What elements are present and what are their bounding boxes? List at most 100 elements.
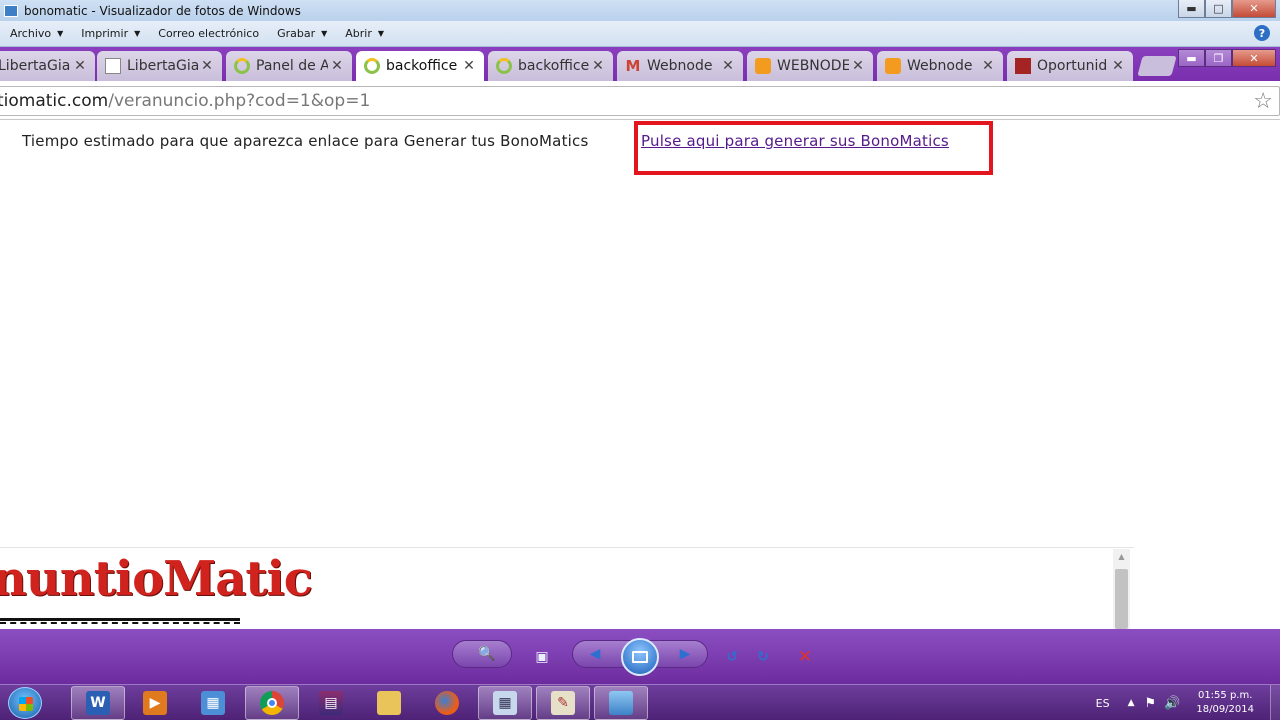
- rotate-right-icon[interactable]: ↻: [751, 646, 775, 668]
- firefox-icon: [435, 691, 459, 715]
- close-icon[interactable]: ✕: [849, 58, 867, 74]
- clock[interactable]: 01:55 p.m. 18/09/2014: [1196, 689, 1254, 717]
- winrar-icon: ▤: [319, 691, 343, 715]
- menu-correo-label: Correo electrónico: [158, 27, 260, 40]
- show-hidden-icons-icon[interactable]: ▲: [1128, 698, 1135, 708]
- photo-viewer-app-icon: [4, 4, 18, 17]
- owl-icon: [755, 58, 771, 74]
- browser-close-button[interactable]: ✕: [1232, 49, 1276, 67]
- menu-imprimir[interactable]: Imprimir ▼: [81, 27, 140, 40]
- highlight-annotation-box: [634, 121, 993, 175]
- taskbar-explorer[interactable]: [362, 686, 416, 720]
- action-center-flag-icon[interactable]: ⚑: [1145, 696, 1157, 711]
- browser-restore-button[interactable]: ❐: [1205, 49, 1232, 67]
- owl-icon: [885, 58, 901, 74]
- gmail-icon: M: [625, 57, 641, 75]
- minimize-button[interactable]: ▬: [1178, 0, 1205, 18]
- close-icon[interactable]: ✕: [979, 58, 997, 74]
- browser-window-controls: ▬ ❐ ✕: [1178, 49, 1276, 67]
- photo-viewer-menubar: Archivo ▼ Imprimir ▼ Correo electrónico Gr…: [0, 21, 1280, 47]
- anuntiomatic-logo: nuntioMatic: [0, 551, 313, 607]
- clock-time: 01:55 p.m.: [1197, 690, 1253, 701]
- paint-icon: ✎: [551, 691, 575, 715]
- tab-webnode[interactable]: Webnode ✕: [877, 51, 1003, 81]
- embedded-frame: nuntioMatic: [0, 547, 1134, 629]
- tab-panel-de-a[interactable]: Panel de A ✕: [226, 51, 352, 81]
- menu-archivo-label: Archivo: [10, 27, 52, 40]
- start-button[interactable]: [8, 687, 42, 719]
- tab-webnode-upper[interactable]: WEBNODE ✕: [747, 51, 873, 81]
- estimate-text: Tiempo estimado para que aparezca enlace…: [22, 132, 589, 150]
- tab-backoffice-2[interactable]: backoffice ✕: [488, 51, 613, 81]
- close-icon[interactable]: ✕: [1109, 58, 1127, 74]
- previous-icon[interactable]: ◀: [583, 643, 607, 665]
- tab-label: WEBNODE: [777, 58, 849, 74]
- menu-archivo[interactable]: Archivo ▼: [10, 27, 63, 40]
- actual-size-icon[interactable]: ▣: [530, 646, 554, 668]
- taskbar-paint[interactable]: ✎: [536, 686, 590, 720]
- close-icon[interactable]: ✕: [460, 58, 478, 74]
- folder-icon: [377, 691, 401, 715]
- chevron-down-icon: ▼: [57, 29, 64, 38]
- close-button[interactable]: ✕: [1232, 0, 1276, 18]
- window-title: bonomatic - Visualizador de fotos de Win…: [24, 3, 301, 18]
- chevron-down-icon: ▼: [321, 29, 328, 38]
- tab-libertagia-1[interactable]: LibertaGia ✕: [0, 51, 95, 81]
- taskbar-word[interactable]: W: [71, 686, 125, 720]
- ring-icon: [496, 58, 512, 74]
- media-player-icon: ▶: [143, 691, 167, 715]
- url-host: tiomatic.com: [0, 91, 109, 111]
- slideshow-button[interactable]: [621, 638, 659, 676]
- close-icon[interactable]: ✕: [71, 58, 89, 74]
- close-icon[interactable]: ✕: [198, 58, 216, 74]
- volume-icon[interactable]: 🔊: [1164, 696, 1180, 711]
- show-desktop-button[interactable]: [1270, 685, 1280, 721]
- word-icon: W: [86, 691, 110, 715]
- windows-logo-icon: [19, 697, 33, 711]
- book-icon: [1015, 58, 1031, 74]
- page-content: Tiempo estimado para que aparezca enlace…: [0, 121, 1280, 629]
- taskbar-photo-viewer[interactable]: [594, 686, 648, 720]
- browser-minimize-button[interactable]: ▬: [1178, 49, 1205, 67]
- photo-viewer-titlebar: bonomatic - Visualizador de fotos de Win…: [0, 0, 1280, 21]
- taskbar-network[interactable]: ▦: [186, 686, 240, 720]
- menu-abrir[interactable]: Abrir ▼: [345, 27, 384, 40]
- tab-label: Oportunid: [1037, 58, 1108, 74]
- taskbar-media-player[interactable]: ▶: [128, 686, 182, 720]
- tab-webnode-gmail[interactable]: M Webnode ✕: [617, 51, 743, 81]
- window-controls: ▬ □ ✕: [1178, 0, 1276, 18]
- delete-icon[interactable]: ✕: [793, 646, 817, 668]
- tab-backoffice-active[interactable]: backoffice ✕: [356, 51, 484, 81]
- taskbar-firefox[interactable]: [420, 686, 474, 720]
- clock-date: 18/09/2014: [1196, 704, 1254, 715]
- maximize-button[interactable]: □: [1205, 0, 1232, 18]
- address-bar[interactable]: tiomatic.com/veranuncio.php?cod=1&op=1 ☆: [0, 86, 1280, 116]
- chevron-down-icon: ▼: [134, 29, 141, 38]
- frame-scrollbar[interactable]: ▲: [1113, 549, 1130, 629]
- menu-correo[interactable]: Correo electrónico: [158, 27, 259, 40]
- taskbar-winrar[interactable]: ▤: [304, 686, 358, 720]
- tab-oportunid[interactable]: Oportunid ✕: [1007, 51, 1133, 81]
- chrome-icon: [260, 691, 284, 715]
- menu-grabar-label: Grabar: [277, 27, 316, 40]
- close-icon[interactable]: ✕: [719, 58, 737, 74]
- rotate-left-icon[interactable]: ↺: [720, 646, 744, 668]
- chevron-down-icon: ▼: [377, 29, 385, 38]
- scrollbar-thumb[interactable]: [1115, 569, 1128, 629]
- bookmark-star-icon[interactable]: ☆: [1253, 89, 1273, 114]
- close-icon[interactable]: ✕: [589, 58, 607, 74]
- zoom-icon[interactable]: 🔍: [475, 643, 499, 665]
- url-path: /veranuncio.php?cod=1&op=1: [108, 91, 371, 111]
- tab-label: backoffice: [518, 58, 589, 74]
- tab-libertagia-2[interactable]: LibertaGia ✕: [97, 51, 222, 81]
- language-indicator[interactable]: ES: [1096, 697, 1110, 710]
- calculator-icon: ▦: [493, 691, 517, 715]
- new-tab-button[interactable]: [1137, 56, 1177, 76]
- help-icon[interactable]: ?: [1254, 25, 1270, 41]
- scroll-up-arrow-icon[interactable]: ▲: [1113, 549, 1130, 565]
- menu-grabar[interactable]: Grabar ▼: [277, 27, 327, 40]
- next-icon[interactable]: ▶: [673, 643, 697, 665]
- taskbar-chrome[interactable]: [245, 686, 299, 720]
- taskbar-calculator[interactable]: ▦: [478, 686, 532, 720]
- close-icon[interactable]: ✕: [328, 58, 346, 74]
